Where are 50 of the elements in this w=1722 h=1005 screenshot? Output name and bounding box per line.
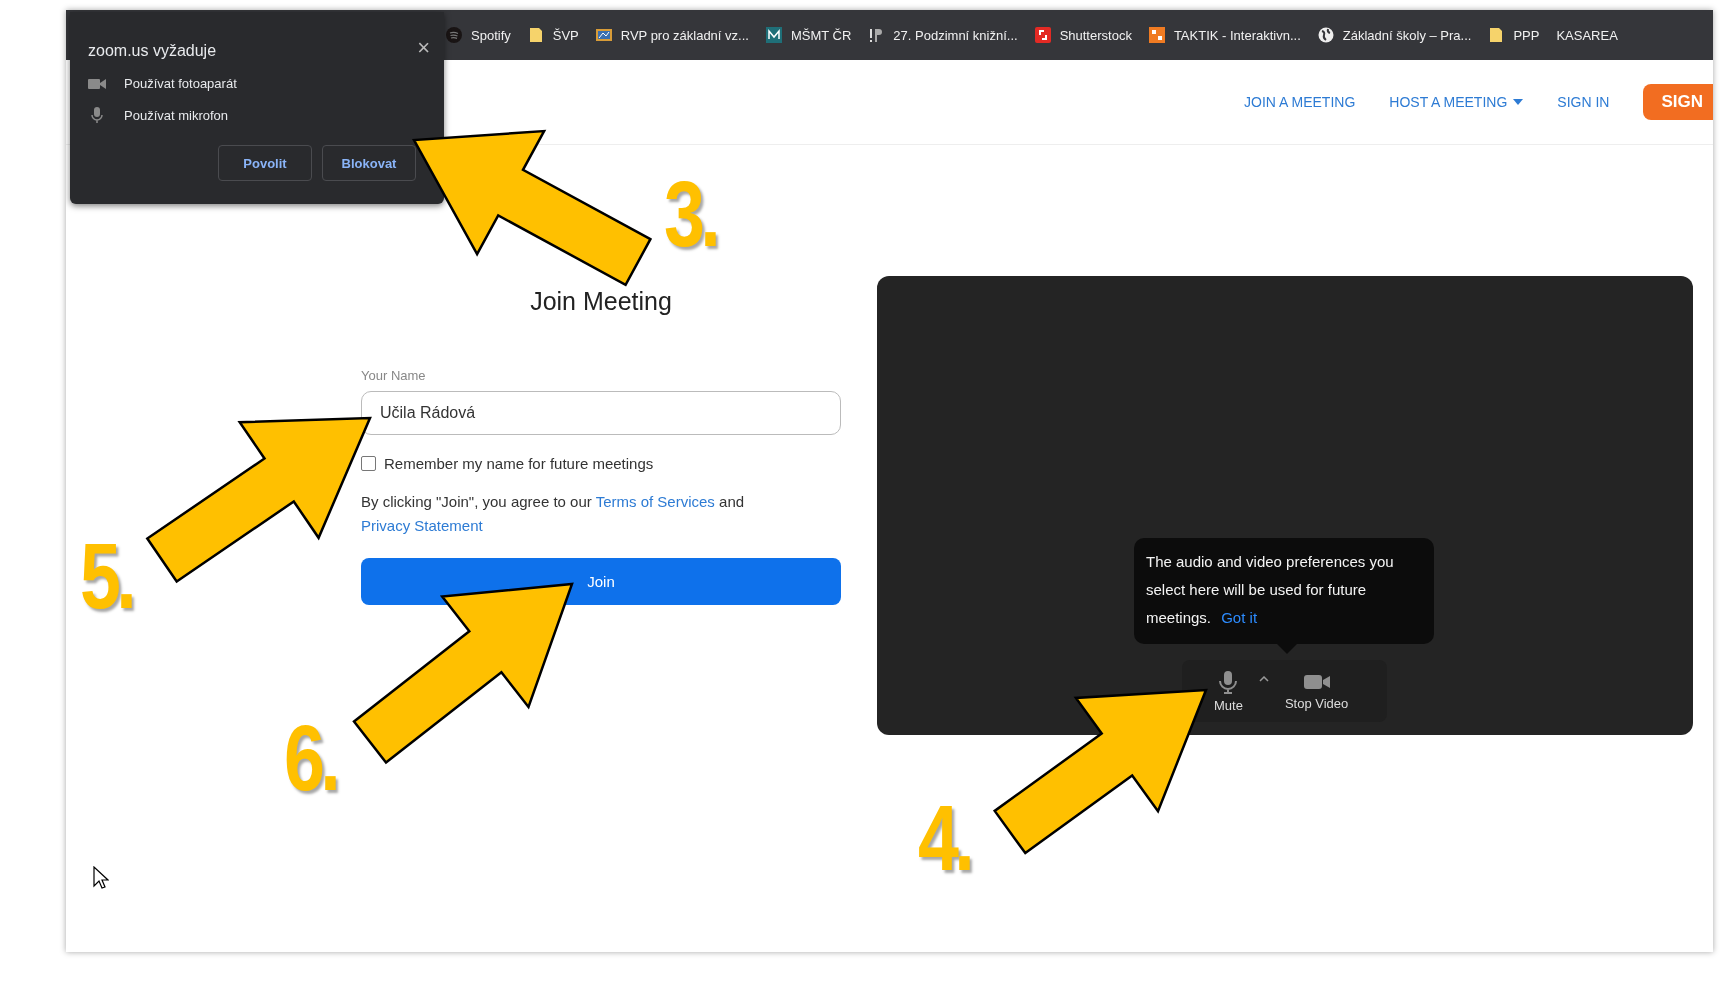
globe-icon (1317, 27, 1334, 43)
logo-icon (1034, 27, 1051, 43)
checkbox[interactable] (361, 456, 376, 471)
page-title: Join Meeting (529, 287, 673, 316)
got-it-link[interactable]: Got it (1221, 609, 1258, 626)
note-icon (1488, 27, 1505, 43)
permission-label: Používat fotoaparát (124, 76, 237, 91)
bookmark-link[interactable]: TAKTIK - Interaktivn... (1173, 27, 1301, 43)
tooltip-text: The audio and video preferences you select here will be used for future meetings. Got it (1146, 552, 1395, 628)
camera-icon (88, 77, 106, 90)
privacy-link[interactable]: Privacy Statement (361, 517, 483, 534)
permission-label: Používat mikrofon (124, 107, 229, 123)
logo-icon (1148, 27, 1165, 43)
block-button[interactable]: Blokovat (322, 145, 416, 181)
popup-title: zoom.us vyžaduje (88, 42, 217, 60)
name-input-field[interactable]: Učila Rádová (361, 391, 841, 435)
video-button[interactable]: Stop Video (1284, 671, 1349, 711)
step-number: 6. (284, 712, 336, 804)
caret-icon[interactable] (1258, 676, 1269, 682)
nav-link[interactable]: SIGN IN (1557, 94, 1610, 110)
terms-link[interactable]: Terms of Services (595, 493, 715, 510)
bars-icon (868, 27, 885, 43)
image-icon (595, 27, 612, 43)
step-number: 4. (918, 792, 970, 884)
bookmark-link[interactable]: PPP (1513, 27, 1540, 43)
allow-button[interactable]: Povolit (218, 145, 312, 181)
step-number: 5. (80, 530, 132, 622)
mute-button[interactable]: Mute (1214, 669, 1243, 713)
join-button[interactable]: Join (361, 558, 841, 605)
bookmark-link[interactable]: ŠVP (552, 27, 579, 43)
nav-link[interactable]: HOST A MEETING (1389, 94, 1524, 110)
microphone-icon (1217, 669, 1240, 694)
logo-icon (765, 27, 782, 43)
bookmark-link[interactable]: KASAREA (1556, 27, 1618, 43)
bookmark-link[interactable]: MŠMT ČR (790, 27, 852, 43)
bookmark-link[interactable]: RVP pro základní vz... (620, 27, 749, 43)
bookmark-link[interactable]: Základní školy – Pra... (1342, 27, 1472, 43)
agreement-text: By clicking "Join", you agree to our Terms of Services and Privacy Statement (361, 492, 746, 536)
bookmark-link[interactable]: Shutterstock (1059, 27, 1132, 43)
field-label: Your Name (361, 368, 427, 383)
circle-icon (446, 27, 462, 43)
microphone-icon (88, 107, 106, 123)
bookmark-link[interactable]: Spotify (471, 27, 511, 43)
checkbox-label: Remember my name for future meetings (384, 455, 654, 472)
cursor-icon (93, 866, 109, 890)
close-button[interactable]: × (417, 38, 430, 58)
note-icon (527, 27, 544, 43)
step-number: 3. (664, 168, 716, 260)
bookmark-link[interactable]: 27. Podzimní knižní... (893, 27, 1018, 43)
nav-link[interactable]: JOIN A MEETING (1244, 94, 1356, 110)
